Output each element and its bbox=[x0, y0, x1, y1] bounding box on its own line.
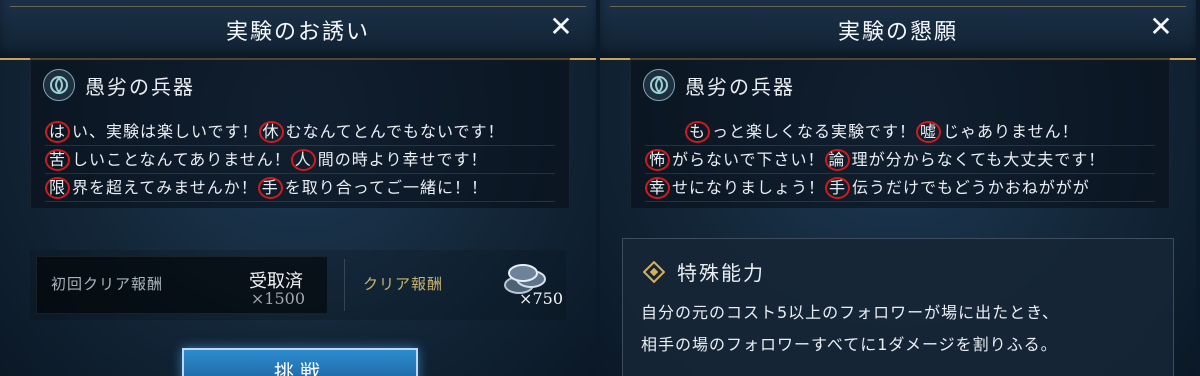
line-segment: 界を超えてみませんか！ bbox=[72, 178, 258, 197]
rewards-row: 初回クリア報酬 受取済 ×1500 クリア報酬 ×750 bbox=[30, 250, 566, 320]
special-ability-box: 特殊能力 自分の元のコスト5以上のフォロワーが場に出たとき、 相手の場のフォロワ… bbox=[622, 238, 1174, 376]
special-ability-line-2: 相手の場のフォロワーすべてに1ダメージを割りふる。 bbox=[641, 335, 1058, 354]
line-segment: 理が分からなくても大丈夫です！ bbox=[851, 150, 1106, 169]
special-ability-text: 自分の元のコスト5以上のフォロワーが場に出たとき、 相手の場のフォロワーすべてに… bbox=[641, 297, 1155, 361]
story-text-box: 愚劣の兵器 はい、実験は楽しいです！休むなんてとんでもないです！ 苦しいことなん… bbox=[30, 58, 570, 208]
card-header: 愚劣の兵器 bbox=[43, 69, 195, 101]
special-ability-title: 特殊能力 bbox=[677, 261, 765, 285]
first-clear-multiplier: ×1500 bbox=[250, 289, 305, 308]
first-clear-reward: 初回クリア報酬 受取済 ×1500 bbox=[36, 256, 328, 314]
story-line-3: 限界を超えてみませんか！手を取り合ってご一緒に！！ bbox=[45, 174, 555, 202]
card-emblem-svg bbox=[50, 76, 68, 94]
line-segment: 間の時より幸せです！ bbox=[317, 150, 488, 169]
dialog-titlebar: 実験のお誘い ✕ bbox=[0, 0, 596, 60]
challenge-button-label: 挑戦 bbox=[274, 360, 326, 376]
story-line-1: もっと楽しくなる実験です！嘘じゃありません！ bbox=[645, 118, 1155, 146]
circled-character: 限 bbox=[45, 177, 71, 199]
dialog-title: 実験の懇願 bbox=[837, 20, 958, 45]
line-segment: っと楽しくなる実験です！ bbox=[712, 122, 917, 141]
circled-character: 休 bbox=[258, 121, 284, 143]
right-dialog-panel: 実験の懇願 ✕ 愚劣の兵器 もっと楽しくなる実験です！嘘じゃありません！ 怖がら bbox=[600, 0, 1196, 376]
clear-reward: クリア報酬 ×750 bbox=[363, 257, 563, 313]
line-segment: い、実験は楽しいです！ bbox=[72, 122, 259, 141]
card-emblem-icon bbox=[643, 69, 675, 101]
line-segment: むなんてとんでもないです！ bbox=[285, 122, 505, 141]
card-name: 愚劣の兵器 bbox=[685, 74, 795, 99]
close-button[interactable]: ✕ bbox=[544, 10, 578, 44]
story-line-3: 幸せになりましょう！手伝うだけでもどうかおねががが bbox=[645, 174, 1155, 202]
rewards-divider bbox=[344, 259, 345, 311]
card-emblem-svg bbox=[650, 76, 668, 94]
story-line-1: はい、実験は楽しいです！休むなんてとんでもないです！ bbox=[45, 118, 555, 146]
story-text-box: 愚劣の兵器 もっと楽しくなる実験です！嘘じゃありません！ 怖がらないで下さい！論… bbox=[630, 58, 1170, 208]
story-line-2: 苦しいことなんてありません！人間の時より幸せです！ bbox=[45, 146, 555, 174]
card-name: 愚劣の兵器 bbox=[85, 74, 195, 99]
circled-character: は bbox=[45, 121, 71, 143]
line-segment: を取り合ってご一緒に！！ bbox=[284, 178, 488, 197]
card-header: 愚劣の兵器 bbox=[643, 69, 795, 101]
left-dialog-panel: 実験のお誘い ✕ 愚劣の兵器 はい、実験は楽しいです！休むなんてとんでもないです… bbox=[0, 0, 596, 376]
circled-character: 手 bbox=[825, 177, 851, 199]
circled-character: 人 bbox=[290, 149, 316, 171]
circled-character: 幸 bbox=[645, 177, 671, 199]
story-lines: はい、実験は楽しいです！休むなんてとんでもないです！ 苦しいことなんてありません… bbox=[45, 118, 555, 202]
story-line-2: 怖がらないで下さい！論理が分からなくても大丈夫です！ bbox=[645, 146, 1155, 174]
line-segment: じゃありません！ bbox=[943, 122, 1079, 141]
circled-character: も bbox=[685, 121, 711, 143]
line-segment: せになりましょう！ bbox=[672, 178, 826, 197]
circled-character: 手 bbox=[257, 177, 283, 199]
card-emblem-icon bbox=[43, 69, 75, 101]
special-ability-header: 特殊能力 bbox=[643, 257, 765, 286]
clear-reward-multiplier: ×750 bbox=[519, 289, 563, 308]
circled-character: 苦 bbox=[45, 149, 71, 171]
circled-character: 怖 bbox=[645, 149, 671, 171]
circled-character: 嘘 bbox=[916, 121, 942, 143]
circled-character: 論 bbox=[824, 149, 850, 171]
first-clear-label: 初回クリア報酬 bbox=[51, 275, 164, 293]
close-button[interactable]: ✕ bbox=[1144, 10, 1178, 44]
line-segment: がらないで下さい！ bbox=[672, 150, 825, 169]
dialog-titlebar: 実験の懇願 ✕ bbox=[600, 0, 1196, 60]
challenge-button[interactable]: 挑戦 bbox=[182, 348, 418, 376]
story-lines: もっと楽しくなる実験です！嘘じゃありません！ 怖がらないで下さい！論理が分からな… bbox=[645, 118, 1155, 202]
line-segment: しいことなんてありません！ bbox=[72, 150, 291, 169]
screenshot-stage: 実験のお誘い ✕ 愚劣の兵器 はい、実験は楽しいです！休むなんてとんでもないです… bbox=[0, 0, 1200, 376]
special-ability-line-1: 自分の元のコスト5以上のフォロワーが場に出たとき、 bbox=[641, 303, 1060, 322]
clear-reward-label: クリア報酬 bbox=[363, 275, 444, 293]
line-segment: 伝うだけでもどうかおねががが bbox=[852, 178, 1090, 197]
dialog-title: 実験のお誘い bbox=[225, 20, 370, 45]
diamond-icon bbox=[643, 260, 665, 283]
